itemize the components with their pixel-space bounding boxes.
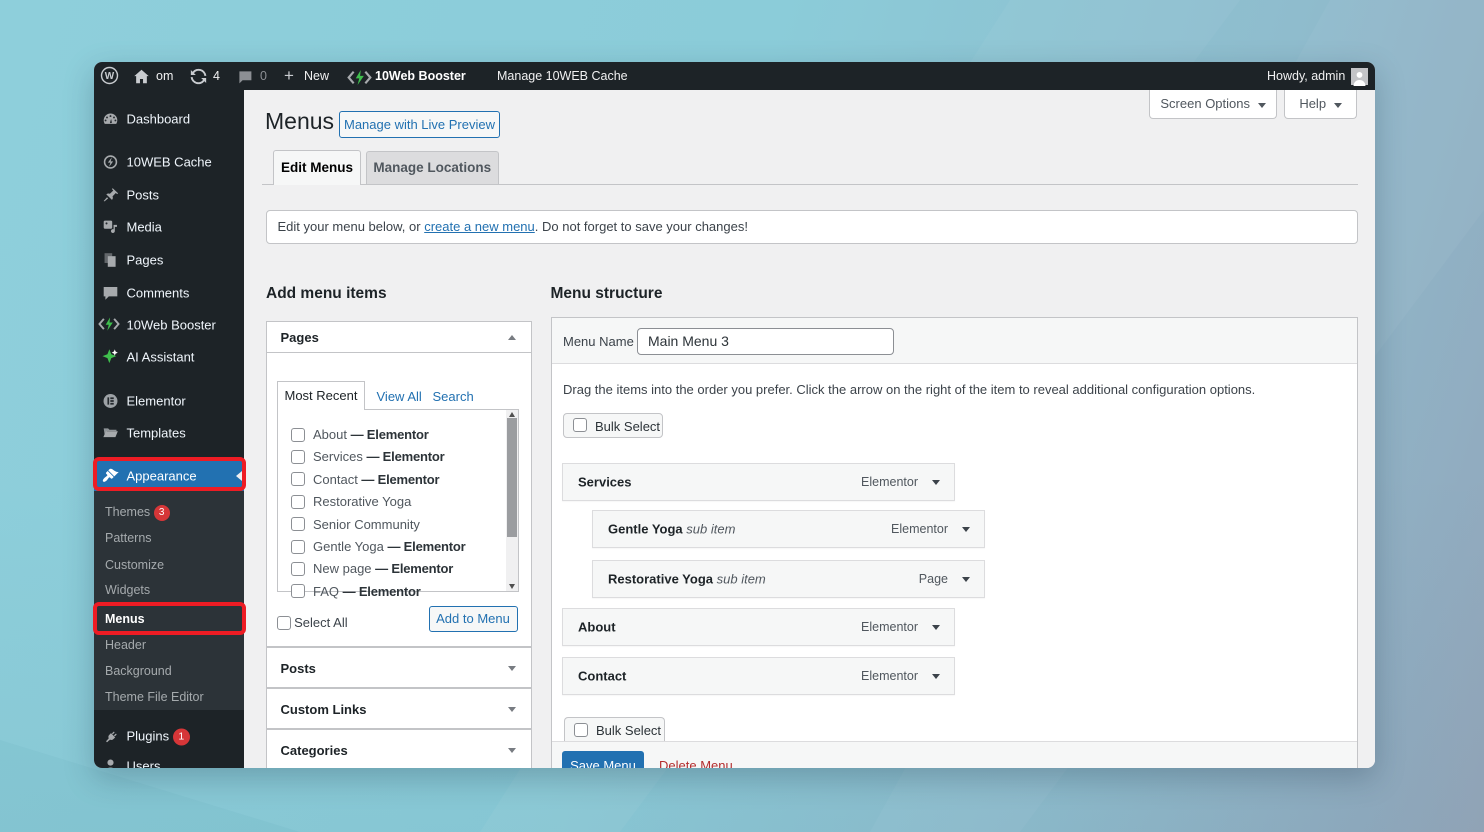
svg-text:W: W <box>105 71 115 82</box>
